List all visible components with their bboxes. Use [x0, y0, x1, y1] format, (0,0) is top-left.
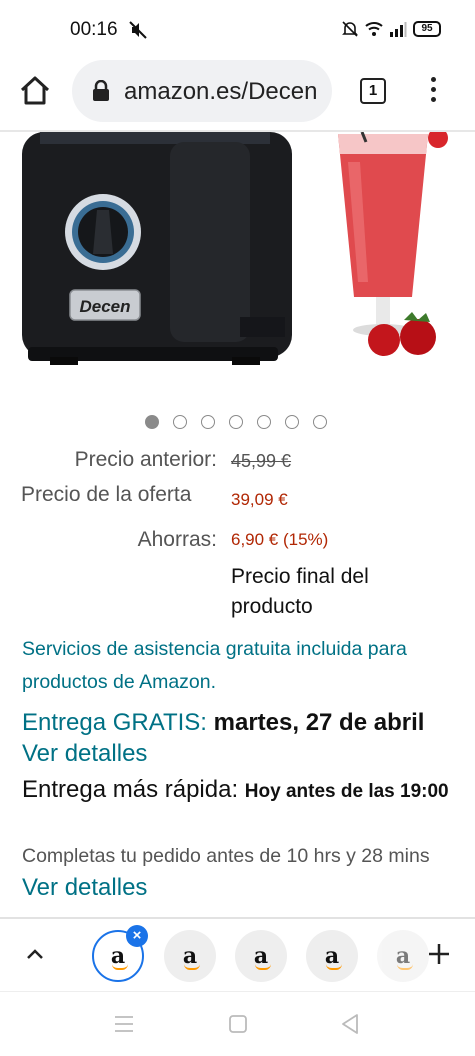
faster-delivery-label: Entrega más rápida: — [22, 776, 239, 803]
free-delivery-info: Entrega GRATIS: martes, 27 de abril Ver … — [22, 707, 462, 769]
status-time: 00:16 — [70, 19, 118, 40]
delivery-details-link[interactable]: Ver detalles — [22, 740, 147, 767]
new-tab-icon[interactable] — [426, 941, 452, 967]
amazon-logo-icon: a — [111, 945, 128, 970]
carousel-dot[interactable] — [313, 415, 327, 429]
free-delivery-label: Entrega GRATIS: — [22, 709, 207, 736]
wifi-icon — [365, 22, 383, 36]
carousel-dot[interactable] — [173, 415, 187, 429]
tab-amazon[interactable]: a — [164, 930, 216, 982]
brand-logo: Decen — [79, 297, 130, 316]
faster-delivery-time: Hoy antes de las 19:00 — [244, 781, 449, 802]
amazon-logo-icon: a — [396, 945, 413, 970]
amazon-logo-icon: a — [325, 945, 342, 970]
recents-icon[interactable] — [114, 1015, 134, 1033]
status-icons: 95 — [341, 20, 441, 38]
savings-value: 6,90 € (15%) — [231, 530, 329, 549]
system-home-icon[interactable] — [228, 1014, 248, 1034]
back-icon[interactable] — [340, 1013, 360, 1035]
product-photo: Decen — [22, 132, 448, 365]
tab-amazon[interactable]: a — [306, 930, 358, 982]
offer-price-value: 39,09 € — [231, 490, 288, 509]
strawberry — [400, 319, 436, 355]
order-cutoff-text: Completas tu pedido antes de 10 hrs y 28… — [22, 845, 430, 867]
final-price-note: Precio final del producto — [231, 565, 369, 618]
battery-indicator: 95 — [413, 21, 441, 37]
order-cutoff-info: Completas tu pedido antes de 10 hrs y 28… — [22, 841, 462, 905]
mute-icon — [129, 21, 147, 39]
smoothie-glass — [338, 134, 428, 297]
previous-price-label: Precio anterior: — [74, 448, 217, 471]
carousel-dot[interactable] — [229, 415, 243, 429]
image-carousel-dots — [145, 415, 327, 429]
previous-price-value: 45,99 € — [231, 451, 292, 471]
savings-label: Ahorras: — [137, 528, 217, 551]
system-nav-bar — [0, 991, 475, 1056]
product-image[interactable]: Decen — [0, 132, 475, 394]
home-icon[interactable] — [18, 74, 52, 108]
carousel-dot[interactable] — [201, 415, 215, 429]
tab-amazon[interactable]: a — [377, 930, 429, 982]
strawberry — [368, 324, 400, 356]
signal-icon — [390, 22, 407, 37]
browser-toolbar: amazon.es/Decen 1 — [0, 58, 475, 130]
tab-amazon[interactable]: a — [235, 930, 287, 982]
url-bar[interactable]: amazon.es/Decen — [72, 60, 332, 122]
carousel-dot[interactable] — [257, 415, 271, 429]
tab-switcher-button[interactable]: 1 — [360, 78, 386, 104]
faster-delivery-info: Entrega más rápida: Hoy antes de las 19:… — [22, 773, 462, 808]
bell-off-icon — [342, 21, 358, 37]
free-delivery-date: martes, 27 de abril — [213, 709, 425, 736]
cutoff-details-link[interactable]: Ver detalles — [22, 874, 147, 901]
lock-icon — [93, 80, 109, 101]
services-link[interactable]: Servicios de asistencia gratuita incluid… — [22, 633, 452, 699]
amazon-logo-icon: a — [254, 945, 271, 970]
status-bar: 00:16 95 — [0, 0, 475, 58]
amazon-logo-icon: a — [183, 945, 200, 970]
offer-price-label: Precio de la oferta — [21, 483, 192, 506]
close-tab-icon[interactable]: × — [126, 925, 148, 947]
tab-strip: a × a a a a — [0, 919, 475, 991]
chevron-up-icon[interactable] — [24, 943, 46, 965]
overflow-menu-icon[interactable] — [425, 74, 441, 108]
url-text[interactable]: amazon.es/Decen — [124, 78, 324, 106]
carousel-dot[interactable] — [285, 415, 299, 429]
carousel-dot[interactable] — [145, 415, 159, 429]
